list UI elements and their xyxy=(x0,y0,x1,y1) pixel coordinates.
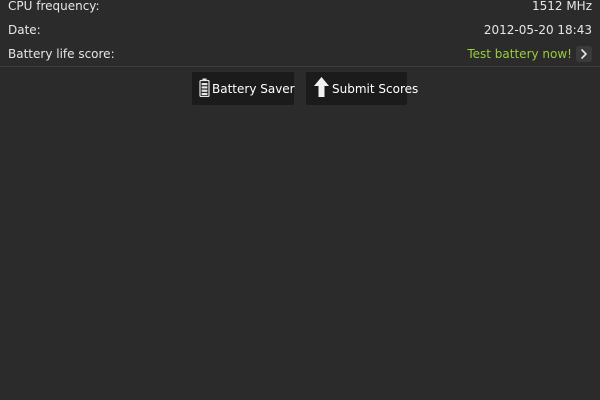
battery-icon xyxy=(199,78,210,100)
date-label: Date: xyxy=(8,23,41,37)
date-value: 2012-05-20 18:43 xyxy=(483,23,592,37)
test-battery-link[interactable]: Test battery now! xyxy=(467,42,592,66)
battery-saver-label: Battery Saver xyxy=(212,81,295,96)
submit-scores-button[interactable]: Submit Scores xyxy=(306,72,418,105)
battery-score-label: Battery life score: xyxy=(8,47,115,61)
battery-score-row: Battery life score: Test battery now! xyxy=(0,42,600,66)
cpu-frequency-row: CPU frequency: 1512 MHz xyxy=(0,0,600,18)
date-row: Date: 2012-05-20 18:43 xyxy=(0,18,600,42)
battery-saver-button[interactable]: Battery Saver xyxy=(192,72,295,105)
divider xyxy=(0,66,600,67)
upload-arrow-icon xyxy=(313,76,330,101)
cpu-frequency-label: CPU frequency: xyxy=(8,0,100,13)
submit-scores-label: Submit Scores xyxy=(332,81,419,96)
cpu-frequency-value: 1512 MHz xyxy=(531,0,592,13)
app-screen: CPU frequency: 1512 MHz Date: 2012-05-20… xyxy=(0,0,600,400)
test-battery-link-text: Test battery now! xyxy=(467,47,572,61)
chevron-right-icon xyxy=(576,46,592,62)
